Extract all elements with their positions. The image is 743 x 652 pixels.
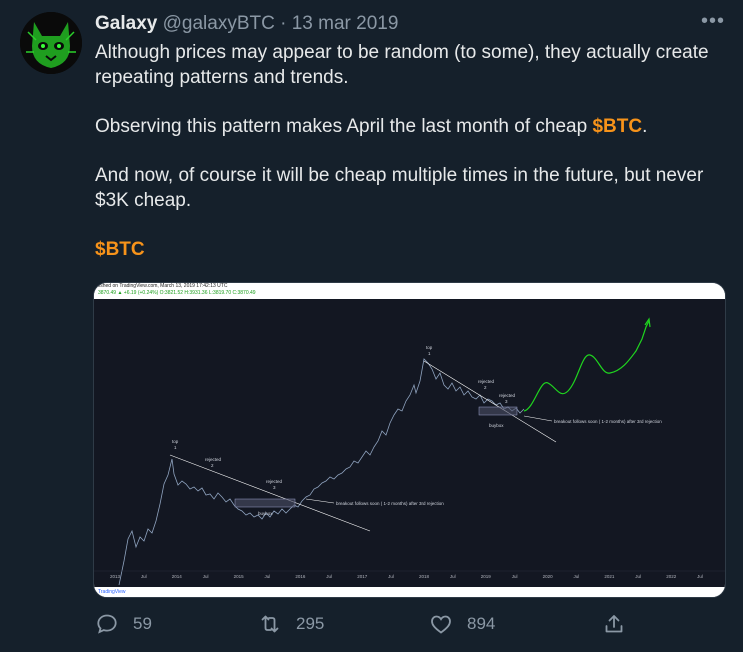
annotation-top-2-num: 1	[428, 351, 431, 356]
chart-header: lished on TradingView.com, March 13, 201…	[94, 283, 725, 299]
trendline-1	[169, 454, 371, 532]
chart-svg: top 1 rejected 2 rejected 3 buybox break…	[94, 317, 725, 586]
heart-icon	[431, 615, 451, 634]
annotation-breakout-2: breakout follows soon ( 1-2 months) afte…	[554, 419, 662, 424]
annotation-rejected-2-num: 2	[211, 463, 214, 468]
breakout-arrow-1	[305, 498, 335, 504]
x-tick-label: 2020	[543, 574, 554, 579]
tweet-paragraph: And now, of course it will be cheap mult…	[95, 163, 725, 213]
x-tick-label: Jul	[697, 574, 703, 579]
author-name[interactable]: Galaxy	[95, 13, 157, 34]
annotation-buybox-2: buybox	[489, 423, 504, 428]
x-tick-label: 2022	[666, 574, 677, 579]
retweet-button[interactable]: 295	[258, 612, 324, 636]
author-handle[interactable]: @galaxyBTC	[163, 13, 275, 34]
breakout-arrow-2	[523, 415, 553, 422]
annotation-top-1: top	[172, 439, 179, 444]
price-line-cycle1	[118, 358, 525, 586]
annotation-rejected-3b: rejected	[499, 393, 516, 398]
annotation-rejected-3-num: 3	[273, 485, 276, 490]
x-tick-label: 2016	[295, 574, 306, 579]
annotation-top-2: top	[426, 345, 433, 350]
tweet-actions: 59 295 894	[95, 612, 725, 640]
avatar-image	[20, 12, 82, 74]
x-tick-label: 2018	[419, 574, 430, 579]
separator: ·	[280, 13, 287, 34]
chart-image: top 1 rejected 2 rejected 3 buybox break…	[94, 299, 725, 587]
tweet-text-segment: Although prices may appear to be random …	[95, 42, 709, 88]
trendline-2	[423, 360, 557, 443]
x-tick-label: 2021	[604, 574, 615, 579]
tweet-paragraph: Observing this pattern makes April the l…	[95, 114, 725, 139]
x-tick-label: Jul	[326, 574, 332, 579]
tweet-text-segment: .	[642, 116, 648, 137]
tweet-paragraph: Although prices may appear to be random …	[95, 40, 725, 90]
cashtag-link[interactable]: $BTC	[592, 116, 642, 137]
tweet-text-segment: And now, of course it will be cheap mult…	[95, 165, 704, 211]
annotation-rejected-3b-num: 3	[505, 399, 508, 404]
cashtag-link[interactable]: $BTC	[95, 239, 145, 260]
x-tick-label: Jul	[450, 574, 456, 579]
like-count: 894	[467, 614, 496, 633]
chart-header-line1: lished on TradingView.com, March 13, 201…	[98, 283, 228, 289]
x-tick-label: Jul	[265, 574, 271, 579]
more-options-button[interactable]: •••	[701, 10, 725, 33]
buybox-1	[234, 498, 296, 508]
x-tick-label: Jul	[203, 574, 209, 579]
tradingview-logo: TradingView	[98, 589, 126, 595]
annotation-rejected-2b: rejected	[478, 379, 495, 384]
like-button[interactable]: 894	[429, 612, 495, 636]
x-tick-label: Jul	[141, 574, 147, 579]
annotation-rejected-2: rejected	[205, 457, 222, 462]
tweet-media[interactable]: lished on TradingView.com, March 13, 201…	[93, 282, 726, 598]
tweet-text-segment: Observing this pattern makes April the l…	[95, 116, 593, 137]
x-tick-label: 2015	[234, 574, 245, 579]
x-tick-label: Jul	[635, 574, 641, 579]
projection-line	[523, 320, 650, 412]
reply-icon	[97, 614, 117, 634]
annotation-breakout-1: breakout follows soon ( 1-2 months) afte…	[336, 501, 444, 506]
retweet-count: 295	[296, 614, 325, 633]
tweet-date[interactable]: 13 mar 2019	[292, 13, 399, 34]
reply-button[interactable]: 59	[95, 612, 152, 636]
more-horizontal-icon: •••	[700, 10, 725, 32]
buybox-2	[478, 406, 518, 416]
chart-footer: TradingView	[94, 587, 725, 597]
x-tick-label: 2014	[172, 574, 183, 579]
reply-count: 59	[133, 614, 152, 633]
annotation-rejected-3: rejected	[266, 479, 283, 484]
retweet-icon	[261, 615, 279, 633]
annotation-buybox-1: buybox	[258, 511, 273, 516]
x-tick-label: Jul	[512, 574, 518, 579]
avatar[interactable]	[20, 12, 82, 74]
annotation-top-1-num: 1	[174, 445, 177, 450]
tweet-paragraph: $BTC	[95, 237, 725, 262]
x-tick-label: Jul	[388, 574, 394, 579]
annotation-rejected-2b-num: 2	[484, 385, 487, 390]
x-tick-label: Jul	[574, 574, 580, 579]
tweet-header: Galaxy @galaxyBTC · 13 mar 2019	[95, 12, 398, 36]
share-icon	[605, 615, 623, 633]
share-button[interactable]	[602, 612, 640, 636]
tweet-text: Although prices may appear to be random …	[95, 40, 725, 286]
x-tick-label: 2017	[357, 574, 368, 579]
chart-header-line2: 3870.49 ▲ +6.19 (+0.24%) O:3821.52 H:393…	[98, 290, 256, 296]
x-tick-label: 2013	[110, 574, 121, 579]
x-tick-label: 2019	[481, 574, 492, 579]
